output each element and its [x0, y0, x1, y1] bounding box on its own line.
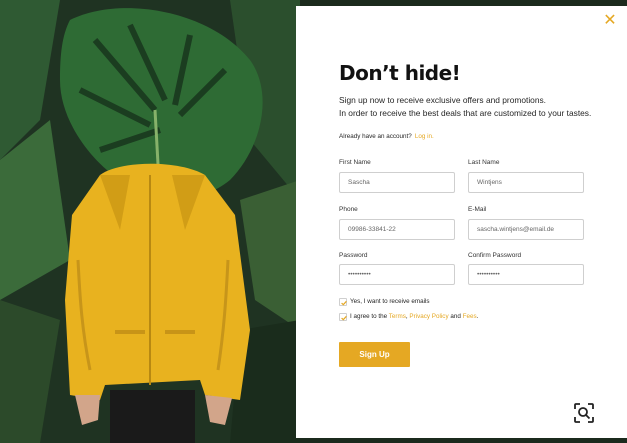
phone-label: Phone: [339, 206, 358, 213]
receive-emails-checkbox[interactable]: [339, 298, 347, 306]
confirm-password-label: Confirm Password: [468, 252, 522, 259]
email-field[interactable]: sascha.wintjens@email.de: [468, 219, 584, 240]
search-icon: [574, 403, 594, 423]
sign-up-button[interactable]: Sign Up: [339, 342, 410, 367]
agree-terms-label: I agree to the Terms, Privacy Policy and…: [350, 313, 478, 320]
check-icon: [341, 315, 347, 321]
agree-prefix: I agree to the: [350, 313, 388, 320]
subtitle-line-2: In order to receive the best deals that …: [339, 108, 592, 118]
privacy-policy-link[interactable]: Privacy Policy: [409, 313, 448, 320]
login-link[interactable]: Log in.: [415, 133, 434, 140]
password-label: Password: [339, 252, 368, 259]
hero-photo: [0, 0, 300, 443]
subtitle-line-1: Sign up now to receive exclusive offers …: [339, 95, 547, 105]
fees-link[interactable]: Fees: [463, 313, 477, 320]
first-name-field[interactable]: Sascha: [339, 172, 455, 193]
terms-link[interactable]: Terms: [389, 313, 406, 320]
modal-subtitle: Sign up now to receive exclusive offers …: [339, 94, 604, 120]
last-name-label: Last Name: [468, 159, 500, 166]
email-label: E-Mail: [468, 206, 487, 213]
last-name-field[interactable]: Wintjens: [468, 172, 584, 193]
password-field[interactable]: ••••••••••: [339, 264, 455, 285]
confirm-password-field[interactable]: ••••••••••: [468, 264, 584, 285]
and-text: and: [450, 313, 461, 320]
phone-field[interactable]: 09986-33841-22: [339, 219, 455, 240]
close-icon[interactable]: ✕: [603, 13, 617, 29]
check-icon: [341, 300, 347, 306]
comma-text: ,: [405, 313, 408, 320]
first-name-label: First Name: [339, 159, 371, 166]
modal-title: Don’t hide!: [339, 61, 461, 85]
agree-terms-checkbox[interactable]: [339, 313, 347, 321]
login-prompt: Already have an account? Log in.: [339, 133, 434, 140]
visual-search-icon[interactable]: [566, 395, 602, 431]
receive-emails-label: Yes, I want to receive emails: [350, 298, 430, 305]
period-text: .: [476, 313, 479, 320]
have-account-text: Already have an account?: [339, 133, 412, 140]
